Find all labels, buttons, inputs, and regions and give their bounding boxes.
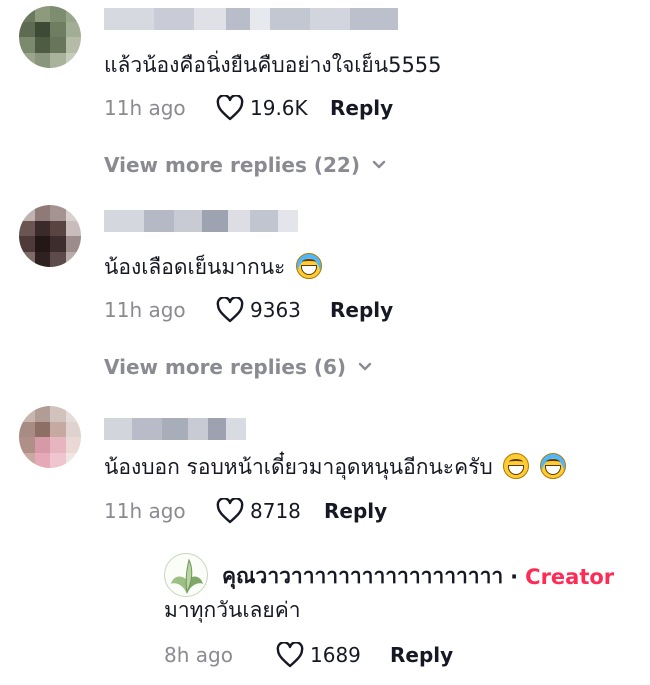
username-blurred[interactable] bbox=[104, 418, 246, 440]
reply-button[interactable]: Reply bbox=[330, 96, 393, 120]
reply-button[interactable]: Reply bbox=[330, 298, 393, 322]
avatar[interactable] bbox=[19, 205, 81, 267]
grinning-face-emoji bbox=[503, 453, 530, 479]
view-more-label: View more replies (22) bbox=[104, 153, 360, 177]
creator-username[interactable]: คุณวาวาาาาาาาาาาาาาาาาาา bbox=[222, 560, 503, 593]
separator-dot: · bbox=[510, 564, 519, 589]
comment-text: น้องเลือดเย็นมากนะ bbox=[104, 252, 323, 282]
creator-name-row: คุณวาวาาาาาาาาาาาาาาาาาา · Creator bbox=[222, 560, 614, 593]
avatar[interactable] bbox=[19, 406, 81, 468]
plant-avatar-icon bbox=[171, 558, 203, 594]
creator-badge: Creator bbox=[525, 564, 615, 589]
like-button[interactable]: 1689 bbox=[276, 642, 390, 668]
like-button[interactable]: 8718 bbox=[216, 498, 324, 524]
view-more-replies-button[interactable]: View more replies (6) bbox=[104, 352, 372, 382]
heart-outline-icon bbox=[216, 95, 244, 121]
heart-outline-icon bbox=[216, 297, 244, 323]
chevron-down-icon bbox=[372, 160, 386, 169]
comment-text: แล้วน้องคือนิ่งยืนคืบอย่างใจเย็น5555 bbox=[104, 53, 442, 77]
face-with-tears-of-joy-emoji bbox=[540, 453, 567, 479]
comment-time: 11h ago bbox=[104, 96, 186, 120]
reply-time: 8h ago bbox=[164, 643, 233, 667]
reply-button[interactable]: Reply bbox=[390, 643, 453, 667]
comment-actions: 11h ago 19.6K Reply bbox=[104, 93, 393, 123]
comment-actions: 11h ago 9363 Reply bbox=[104, 295, 393, 325]
comment-actions: 11h ago 8718 Reply bbox=[104, 496, 387, 526]
comment-text: น้องบอก รอบหน้าเดี๋ยวมาอุดหนุนอีกนะครับ bbox=[104, 452, 567, 482]
heart-outline-icon bbox=[276, 642, 304, 668]
creator-avatar[interactable] bbox=[164, 553, 208, 597]
heart-outline-icon bbox=[216, 498, 244, 524]
username-blurred[interactable] bbox=[104, 8, 398, 30]
reply-text: มาทุกวันเลยค่า bbox=[164, 598, 301, 622]
view-more-replies-button[interactable]: View more replies (22) bbox=[104, 150, 386, 180]
avatar[interactable] bbox=[19, 6, 81, 68]
reply-button[interactable]: Reply bbox=[324, 499, 387, 523]
reply-actions: 8h ago 1689 Reply bbox=[164, 640, 453, 670]
comment-time: 11h ago bbox=[104, 298, 186, 322]
username-blurred[interactable] bbox=[104, 210, 298, 232]
like-count: 8718 bbox=[250, 499, 301, 523]
like-count: 9363 bbox=[250, 298, 301, 322]
like-count: 19.6K bbox=[250, 96, 308, 120]
like-button[interactable]: 19.6K bbox=[216, 95, 330, 121]
comment-time: 11h ago bbox=[104, 499, 186, 523]
like-button[interactable]: 9363 bbox=[216, 297, 330, 323]
face-with-tears-of-joy-emoji bbox=[296, 253, 323, 279]
chevron-down-icon bbox=[358, 362, 372, 371]
view-more-label: View more replies (6) bbox=[104, 355, 347, 379]
comments-panel: แล้วน้องคือนิ่งยืนคืบอย่างใจเย็น5555 11h… bbox=[0, 0, 650, 685]
like-count: 1689 bbox=[310, 643, 361, 667]
